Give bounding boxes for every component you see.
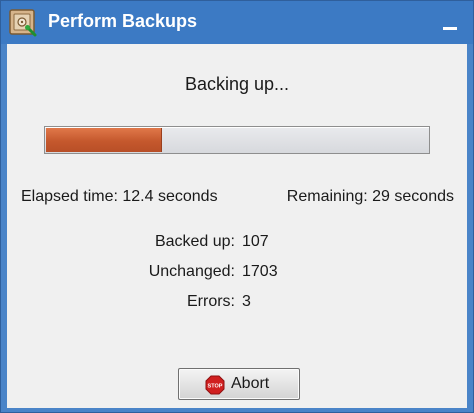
backed-up-value: 107: [242, 233, 269, 250]
minimize-button[interactable]: [439, 16, 461, 34]
backup-progress-bar: [44, 126, 430, 154]
stop-sign-icon: STOP: [205, 375, 225, 395]
unchanged-label: Unchanged:: [148, 263, 235, 280]
errors-label: Errors:: [187, 293, 235, 310]
minimize-icon: [443, 27, 457, 30]
abort-button-label: Abort: [231, 375, 270, 392]
backup-safe-icon: [9, 9, 37, 37]
elapsed-time-label: Elapsed time: 12.4 seconds: [21, 188, 218, 205]
abort-button[interactable]: STOP Abort: [178, 368, 300, 400]
status-heading: Backing up...: [184, 74, 290, 94]
window-title: Perform Backups: [48, 11, 198, 31]
stop-sign-text: STOP: [208, 384, 223, 390]
unchanged-value: 1703: [242, 263, 278, 280]
backup-dialog-window: Perform Backups Backing up... Elapsed ti…: [0, 0, 474, 413]
remaining-time-label: Remaining: 29 seconds: [286, 188, 454, 205]
errors-value: 3: [242, 293, 251, 310]
title-bar[interactable]: Perform Backups: [1, 1, 473, 44]
progress-fill: [46, 128, 162, 152]
dialog-content: Backing up... Elapsed time: 12.4 seconds…: [7, 44, 467, 408]
backed-up-label: Backed up:: [154, 233, 235, 250]
